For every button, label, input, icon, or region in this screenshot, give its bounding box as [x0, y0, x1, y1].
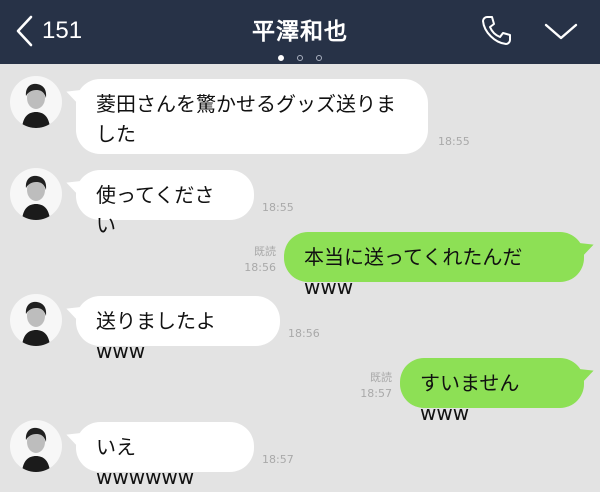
message-time: 18:57 [262, 453, 294, 466]
message-text: いえwwwwww [96, 435, 195, 489]
sender-avatar[interactable] [10, 168, 62, 220]
message-bubble-incoming[interactable]: いえwwwwww [76, 422, 254, 489]
person-photo-icon [22, 427, 50, 472]
phone-icon [482, 16, 511, 45]
message-bubble-outgoing[interactable]: すいませんwww [400, 358, 584, 425]
chat-header: 151 平澤和也 [0, 0, 600, 64]
message-meta: 既読 18:56 [238, 244, 276, 276]
message-bubble-incoming[interactable]: 菱田さんを驚かせるグッズ送りました [76, 79, 428, 154]
sender-avatar[interactable] [10, 76, 62, 128]
person-photo-icon [22, 83, 50, 128]
message-time: 18:55 [438, 135, 470, 148]
message-text: すいませんwww [420, 371, 520, 425]
chevron-down-icon [544, 23, 578, 40]
page-dot-3 [316, 55, 323, 61]
message-time: 18:57 [360, 387, 392, 400]
message-text: 本当に送ってくれたんだwww [304, 245, 523, 299]
menu-toggle-button[interactable] [542, 16, 580, 46]
message-time: 18:56 [288, 327, 320, 340]
message-text: 菱田さんを驚かせるグッズ送りました [96, 92, 396, 146]
message-meta: 既読 18:57 [354, 370, 392, 402]
message-time: 18:55 [262, 201, 294, 214]
message-text: 送りましたよwww [96, 309, 216, 363]
page-dot-2 [297, 55, 303, 61]
person-photo-icon [22, 175, 50, 220]
person-photo-icon [22, 301, 50, 346]
read-receipt: 既読 [254, 245, 276, 258]
message-text: 使ってください [96, 183, 215, 237]
page-dot-1 [277, 55, 284, 61]
message-bubble-incoming[interactable]: 送りましたよwww [76, 296, 280, 363]
sender-avatar[interactable] [10, 420, 62, 472]
read-receipt: 既読 [370, 371, 392, 384]
call-button[interactable] [478, 12, 514, 48]
message-bubble-incoming[interactable]: 使ってください [76, 170, 254, 237]
message-bubble-outgoing[interactable]: 本当に送ってくれたんだwww [284, 232, 584, 299]
message-time: 18:56 [244, 261, 276, 274]
sender-avatar[interactable] [10, 294, 62, 346]
